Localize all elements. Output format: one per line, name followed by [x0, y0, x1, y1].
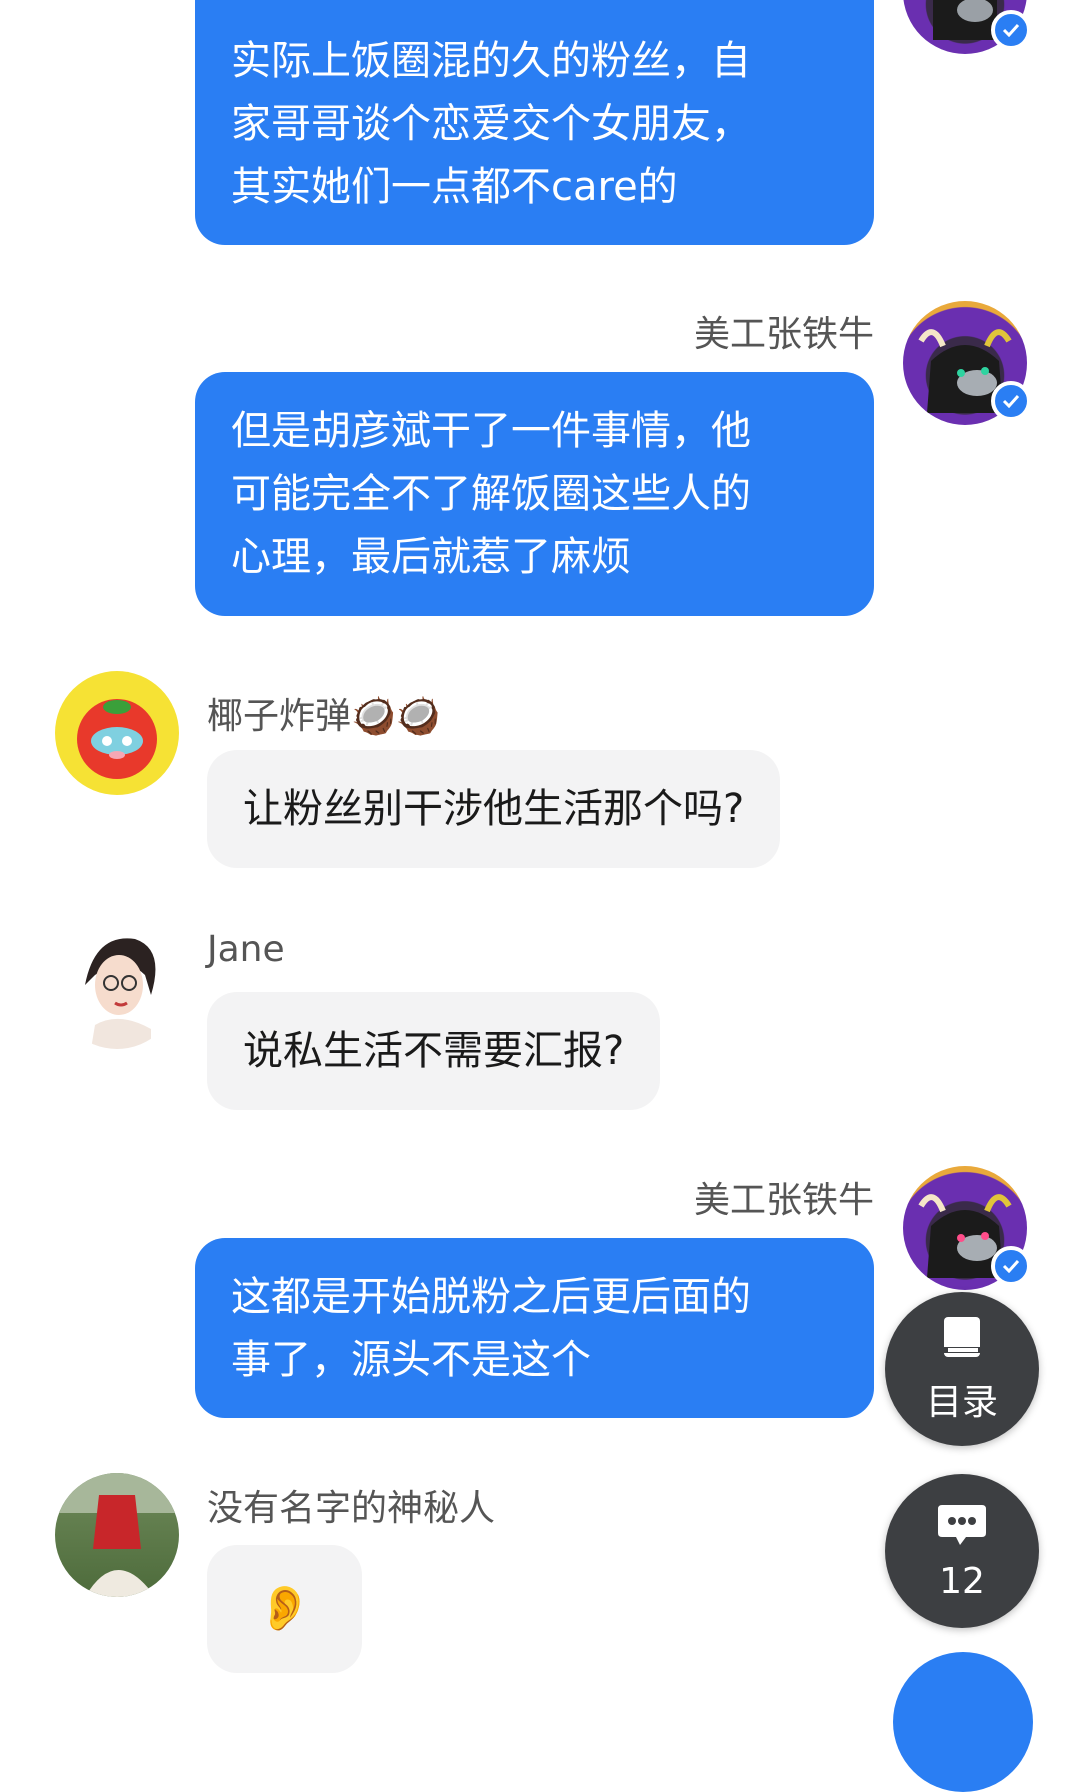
- catalog-label: 目录: [925, 1382, 998, 1423]
- comment-icon: [936, 1501, 988, 1553]
- message-text: 让粉丝别干涉他生活那个吗?: [243, 786, 745, 832]
- avatar[interactable]: [903, 1166, 1031, 1290]
- verified-badge-icon: [991, 10, 1031, 50]
- avatar[interactable]: [903, 301, 1031, 425]
- avatar[interactable]: [55, 1473, 179, 1597]
- sender-name: 椰子炸弹🥥🥥: [207, 696, 441, 737]
- message-text: 说私生活不需要汇报?: [243, 1028, 625, 1074]
- sender-name: Jane: [207, 929, 285, 970]
- message-line: 事了，源头不是这个: [231, 1337, 591, 1383]
- message-bubble[interactable]: 让粉丝别干涉他生活那个吗?: [207, 750, 781, 868]
- sender-name: 美工张铁牛: [693, 314, 874, 355]
- message-bubble[interactable]: 实际上饭圈混的久的粉丝，自 家哥哥谈个恋爱交个女朋友， 其实她们一点都不care…: [195, 0, 874, 245]
- message-bubble[interactable]: 但是胡彦斌干了一件事情，他 可能完全不了解饭圈这些人的 心理，最后就惹了麻烦: [195, 372, 874, 616]
- comments-button[interactable]: 12: [885, 1474, 1039, 1628]
- avatar[interactable]: [903, 0, 1031, 54]
- sender-name: 美工张铁牛: [693, 1180, 874, 1221]
- message-line: 但是胡彦斌干了一件事情，他: [231, 408, 751, 454]
- message-bubble[interactable]: 说私生活不需要汇报?: [207, 992, 661, 1110]
- avatar[interactable]: [55, 925, 179, 1049]
- message-line: 实际上饭圈混的久的粉丝，自: [231, 38, 751, 84]
- verified-badge-icon: [991, 381, 1031, 421]
- message-bubble[interactable]: 👂: [207, 1545, 362, 1673]
- message-bubble[interactable]: 这都是开始脱粉之后更后面的 事了，源头不是这个: [195, 1238, 874, 1418]
- message-line: 这都是开始脱粉之后更后面的: [231, 1274, 751, 1320]
- comment-count: 12: [939, 1560, 985, 1602]
- ear-emoji: 👂: [257, 1583, 312, 1634]
- verified-badge-icon: [991, 1246, 1031, 1286]
- sender-name: 没有名字的神秘人: [207, 1488, 496, 1529]
- message-line: 可能完全不了解饭圈这些人的: [231, 471, 751, 517]
- avatar[interactable]: [55, 671, 179, 795]
- message-line: 心理，最后就惹了麻烦: [231, 534, 631, 580]
- share-button[interactable]: [893, 1652, 1033, 1792]
- catalog-button[interactable]: 目录: [885, 1292, 1039, 1446]
- message-line: 家哥哥谈个恋爱交个女朋友，: [231, 101, 751, 147]
- message-line: 其实她们一点都不care的: [231, 164, 678, 210]
- book-icon: [938, 1313, 986, 1365]
